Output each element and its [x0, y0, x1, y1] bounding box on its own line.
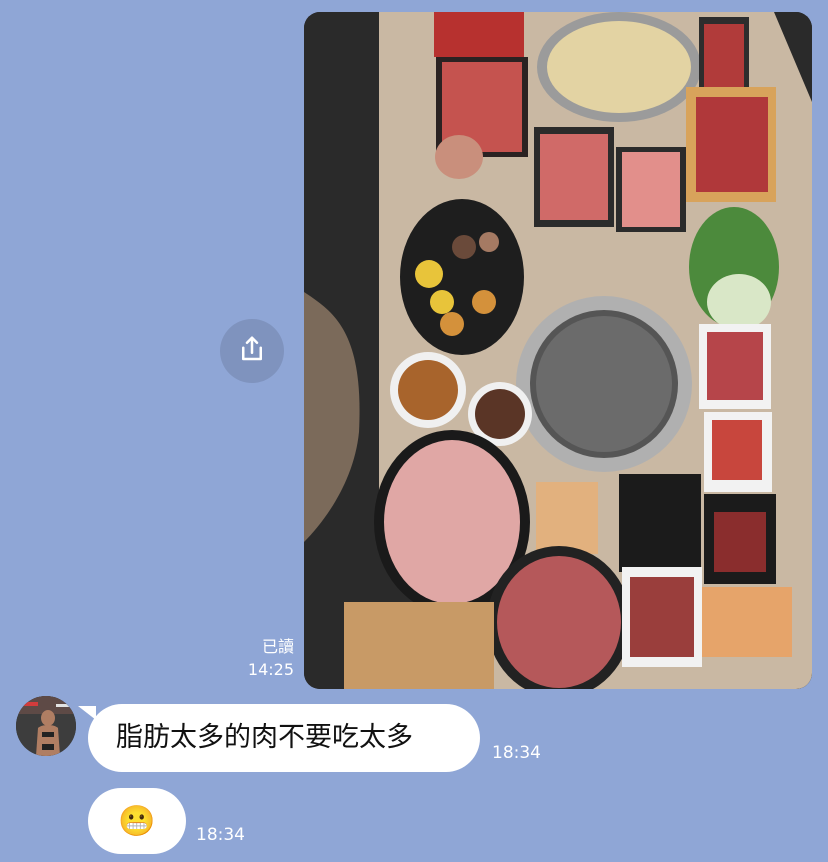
message-timestamp: 18:34 [196, 825, 245, 845]
share-button[interactable] [220, 319, 284, 383]
message-timestamp: 18:34 [492, 743, 541, 763]
emoji-message-bubble[interactable]: 😬 [88, 788, 186, 854]
grimacing-face-icon: 😬 [118, 803, 156, 839]
image-timestamp: 14:25 [247, 660, 294, 679]
share-icon [237, 334, 267, 368]
read-status: 已讀 [261, 637, 294, 656]
shared-photo[interactable] [304, 12, 812, 689]
message-bubble[interactable]: 脂肪太多的肉不要吃太多 [78, 704, 480, 772]
contact-avatar[interactable] [16, 696, 76, 756]
message-text: 脂肪太多的肉不要吃太多 [116, 722, 413, 753]
bubble-tail [78, 706, 96, 720]
